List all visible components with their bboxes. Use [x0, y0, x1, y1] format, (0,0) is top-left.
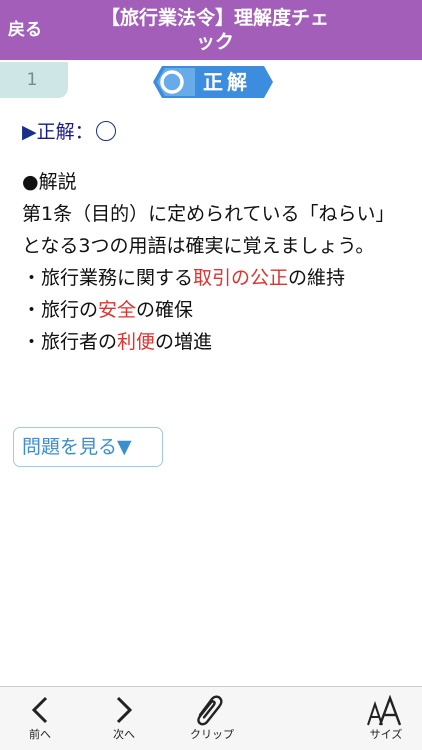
answer-label: 正解： [36, 121, 94, 143]
item-text: ・旅行の [22, 299, 99, 321]
item-text: ・旅行業務に関する [22, 267, 194, 289]
explanation-section: ●解説 第1条（目的）に定められている「ねらい」となる3つの用語は確実に覚えまし… [22, 166, 402, 358]
previous-button[interactable]: 前へ [20, 687, 60, 750]
item-text: ・旅行者の [22, 331, 118, 353]
font-size-icon [367, 695, 402, 726]
show-question-button[interactable]: 問題を見る▼ [13, 427, 163, 467]
clip-button[interactable]: クリップ [184, 687, 240, 750]
item-highlight: 取引の公正 [193, 267, 289, 289]
explanation-item: ・旅行業務に関する取引の公正の維持 [22, 262, 402, 294]
triangle-down-icon: ▼ [117, 436, 132, 458]
chevron-right-icon [116, 696, 133, 724]
item-highlight: 利便 [117, 331, 156, 353]
maru-answer-icon [95, 121, 116, 141]
question-number-tab: 1 [0, 62, 68, 98]
triangle-right-icon: ▶ [22, 121, 37, 143]
next-label: 次へ [113, 728, 135, 741]
page-title-line-2: ック [195, 31, 234, 53]
explanation-heading: ●解説 [22, 171, 77, 193]
item-text: の増進 [155, 331, 213, 353]
page-title-line-1: 【旅行業法令】理解度チェ [100, 7, 329, 29]
bottom-toolbar: 前へ 次へ クリップ サイズ [0, 686, 422, 750]
paperclip-icon [197, 695, 223, 726]
next-button[interactable]: 次へ [104, 687, 144, 750]
clip-label: クリップ [190, 728, 234, 741]
font-size-label: サイズ [369, 728, 403, 741]
explanation-paragraph: 第1条（目的）に定められている「ねらい」となる3つの用語は確実に覚えましょう。 [22, 203, 395, 257]
answer-line: ▶正解： [22, 118, 116, 146]
header-bar: 戻る 【旅行業法令】理解度チェ ック [0, 0, 422, 60]
chevron-left-icon [31, 696, 48, 724]
item-highlight: 安全 [98, 299, 137, 321]
explanation-item: ・旅行者の利便の増進 [22, 326, 402, 358]
explanation-item: ・旅行の安全の確保 [22, 294, 402, 326]
item-text: の維持 [288, 267, 346, 289]
previous-label: 前へ [29, 728, 51, 741]
result-label: 正解 [203, 70, 251, 94]
back-button[interactable]: 戻る [8, 19, 42, 41]
show-question-label: 問題を見る [22, 436, 118, 458]
item-text: の確保 [136, 299, 194, 321]
page-title: 【旅行業法令】理解度チェ ック [60, 6, 370, 54]
font-size-button[interactable]: サイズ [364, 687, 408, 750]
